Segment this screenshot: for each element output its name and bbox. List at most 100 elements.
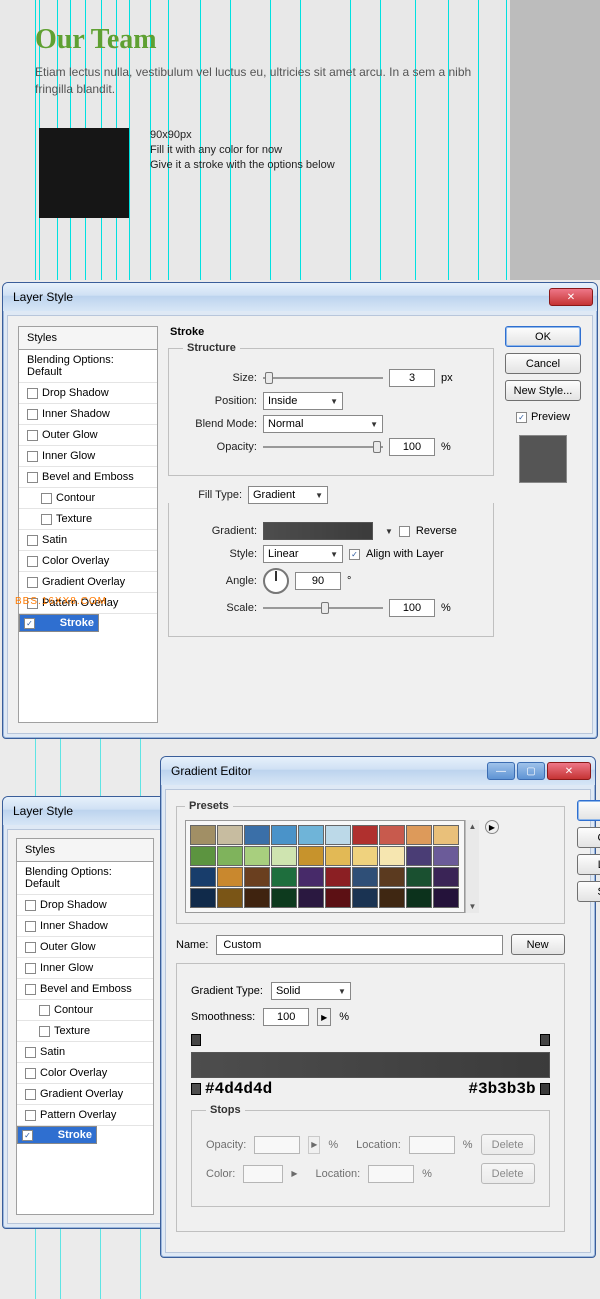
checkbox[interactable]: ✓ bbox=[24, 618, 35, 629]
new-button[interactable]: New bbox=[511, 934, 565, 955]
type-select[interactable]: Solid▼ bbox=[271, 982, 351, 1000]
preset-swatch[interactable] bbox=[406, 825, 432, 845]
preset-swatch[interactable] bbox=[298, 825, 324, 845]
down-icon[interactable]: ▼ bbox=[469, 902, 477, 911]
save-button[interactable]: Save... bbox=[577, 881, 600, 902]
preset-swatch[interactable] bbox=[352, 867, 378, 887]
preset-swatch[interactable] bbox=[217, 846, 243, 866]
opacity-slider[interactable] bbox=[263, 438, 383, 456]
preset-swatch[interactable] bbox=[406, 888, 432, 908]
preset-swatch[interactable] bbox=[433, 888, 459, 908]
preset-swatch[interactable] bbox=[298, 846, 324, 866]
preset-swatch[interactable] bbox=[244, 888, 270, 908]
style-innerglow[interactable]: Inner Glow bbox=[19, 446, 157, 467]
smooth-input[interactable]: 100 bbox=[263, 1008, 309, 1026]
checkbox[interactable] bbox=[41, 514, 52, 525]
style-innerglow[interactable]: Inner Glow bbox=[17, 958, 153, 979]
preset-swatch[interactable] bbox=[298, 867, 324, 887]
preview-checkbox[interactable]: ✓ bbox=[516, 412, 527, 423]
size-slider[interactable] bbox=[263, 369, 383, 387]
preset-swatch[interactable] bbox=[190, 825, 216, 845]
titlebar[interactable]: Gradient Editor — ▢ ✕ bbox=[161, 757, 595, 785]
preset-swatch[interactable] bbox=[352, 888, 378, 908]
ok-button[interactable]: OK bbox=[505, 326, 581, 347]
minimize-icon[interactable]: — bbox=[487, 762, 515, 780]
gradstyle-select[interactable]: Linear▼ bbox=[263, 545, 343, 563]
reverse-checkbox[interactable] bbox=[399, 526, 410, 537]
preset-swatch[interactable] bbox=[244, 825, 270, 845]
style-stroke[interactable]: ✓Stroke bbox=[19, 614, 99, 632]
blending-row[interactable]: Blending Options: Default bbox=[17, 862, 153, 895]
preset-swatch[interactable] bbox=[217, 867, 243, 887]
blending-row[interactable]: Blending Options: Default bbox=[19, 350, 157, 383]
scale-slider[interactable] bbox=[263, 599, 383, 617]
angle-input[interactable]: 90 bbox=[295, 572, 341, 590]
preset-swatch[interactable] bbox=[190, 867, 216, 887]
preset-swatch[interactable] bbox=[379, 867, 405, 887]
checkbox[interactable] bbox=[27, 577, 38, 588]
style-patternoverlay[interactable]: Pattern Overlay bbox=[17, 1105, 153, 1126]
checkbox[interactable] bbox=[41, 493, 52, 504]
color-stop-left[interactable] bbox=[191, 1083, 201, 1095]
preset-swatch[interactable] bbox=[217, 825, 243, 845]
style-patternoverlay[interactable]: Pattern Overlay BBS.16XX8.COM bbox=[19, 593, 157, 614]
ok-button[interactable]: OK bbox=[577, 800, 600, 821]
preset-swatch[interactable] bbox=[352, 825, 378, 845]
preset-swatch[interactable] bbox=[298, 888, 324, 908]
close-icon[interactable]: ✕ bbox=[547, 762, 591, 780]
cancel-button[interactable]: Cancel bbox=[577, 827, 600, 848]
style-dropshadow[interactable]: Drop Shadow bbox=[17, 895, 153, 916]
preset-swatch[interactable] bbox=[325, 825, 351, 845]
style-texture[interactable]: Texture bbox=[17, 1021, 153, 1042]
style-gradientoverlay[interactable]: Gradient Overlay bbox=[19, 572, 157, 593]
opacity-stop-left[interactable] bbox=[191, 1034, 201, 1046]
checkbox[interactable] bbox=[27, 451, 38, 462]
style-innershadow[interactable]: Inner Shadow bbox=[17, 916, 153, 937]
opacity-stop-right[interactable] bbox=[540, 1034, 550, 1046]
styles-header[interactable]: Styles bbox=[17, 839, 153, 862]
style-texture[interactable]: Texture bbox=[19, 509, 157, 530]
preset-swatch[interactable] bbox=[244, 867, 270, 887]
preset-swatch[interactable] bbox=[433, 825, 459, 845]
filltype-select[interactable]: Gradient▼ bbox=[248, 486, 328, 504]
preset-swatch[interactable] bbox=[217, 888, 243, 908]
preset-swatch[interactable] bbox=[271, 846, 297, 866]
scale-input[interactable]: 100 bbox=[389, 599, 435, 617]
preset-swatch[interactable] bbox=[433, 867, 459, 887]
angle-wheel[interactable] bbox=[263, 568, 289, 594]
stepper-icon[interactable]: ▶ bbox=[317, 1008, 331, 1026]
style-outerglow[interactable]: Outer Glow bbox=[17, 937, 153, 958]
style-coloroverlay[interactable]: Color Overlay bbox=[19, 551, 157, 572]
blend-select[interactable]: Normal▼ bbox=[263, 415, 383, 433]
preset-swatch[interactable] bbox=[325, 846, 351, 866]
size-input[interactable]: 3 bbox=[389, 369, 435, 387]
preset-swatch[interactable] bbox=[325, 867, 351, 887]
checkbox[interactable] bbox=[27, 388, 38, 399]
checkbox[interactable] bbox=[27, 409, 38, 420]
scrollbar[interactable]: ▲▼ bbox=[465, 820, 479, 913]
position-select[interactable]: Inside▼ bbox=[263, 392, 343, 410]
style-innershadow[interactable]: Inner Shadow bbox=[19, 404, 157, 425]
checkbox[interactable] bbox=[27, 430, 38, 441]
preset-swatch[interactable] bbox=[406, 867, 432, 887]
preset-swatch[interactable] bbox=[244, 846, 270, 866]
preset-swatch[interactable] bbox=[190, 888, 216, 908]
titlebar[interactable]: Layer Style ✕ bbox=[3, 283, 597, 311]
style-outerglow[interactable]: Outer Glow bbox=[19, 425, 157, 446]
up-icon[interactable]: ▲ bbox=[469, 822, 477, 831]
style-bevel[interactable]: Bevel and Emboss bbox=[17, 979, 153, 1000]
preset-swatch[interactable] bbox=[271, 888, 297, 908]
preset-swatch[interactable] bbox=[352, 846, 378, 866]
preset-swatch[interactable] bbox=[271, 825, 297, 845]
style-bevel[interactable]: Bevel and Emboss bbox=[19, 467, 157, 488]
align-checkbox[interactable]: ✓ bbox=[349, 549, 360, 560]
style-contour[interactable]: Contour bbox=[19, 488, 157, 509]
style-dropshadow[interactable]: Drop Shadow bbox=[19, 383, 157, 404]
gradient-swatch[interactable] bbox=[263, 522, 373, 540]
preset-swatch[interactable] bbox=[271, 867, 297, 887]
style-coloroverlay[interactable]: Color Overlay bbox=[17, 1063, 153, 1084]
preset-swatch[interactable] bbox=[433, 846, 459, 866]
preset-swatch[interactable] bbox=[406, 846, 432, 866]
checkbox[interactable] bbox=[27, 556, 38, 567]
preset-swatch[interactable] bbox=[325, 888, 351, 908]
